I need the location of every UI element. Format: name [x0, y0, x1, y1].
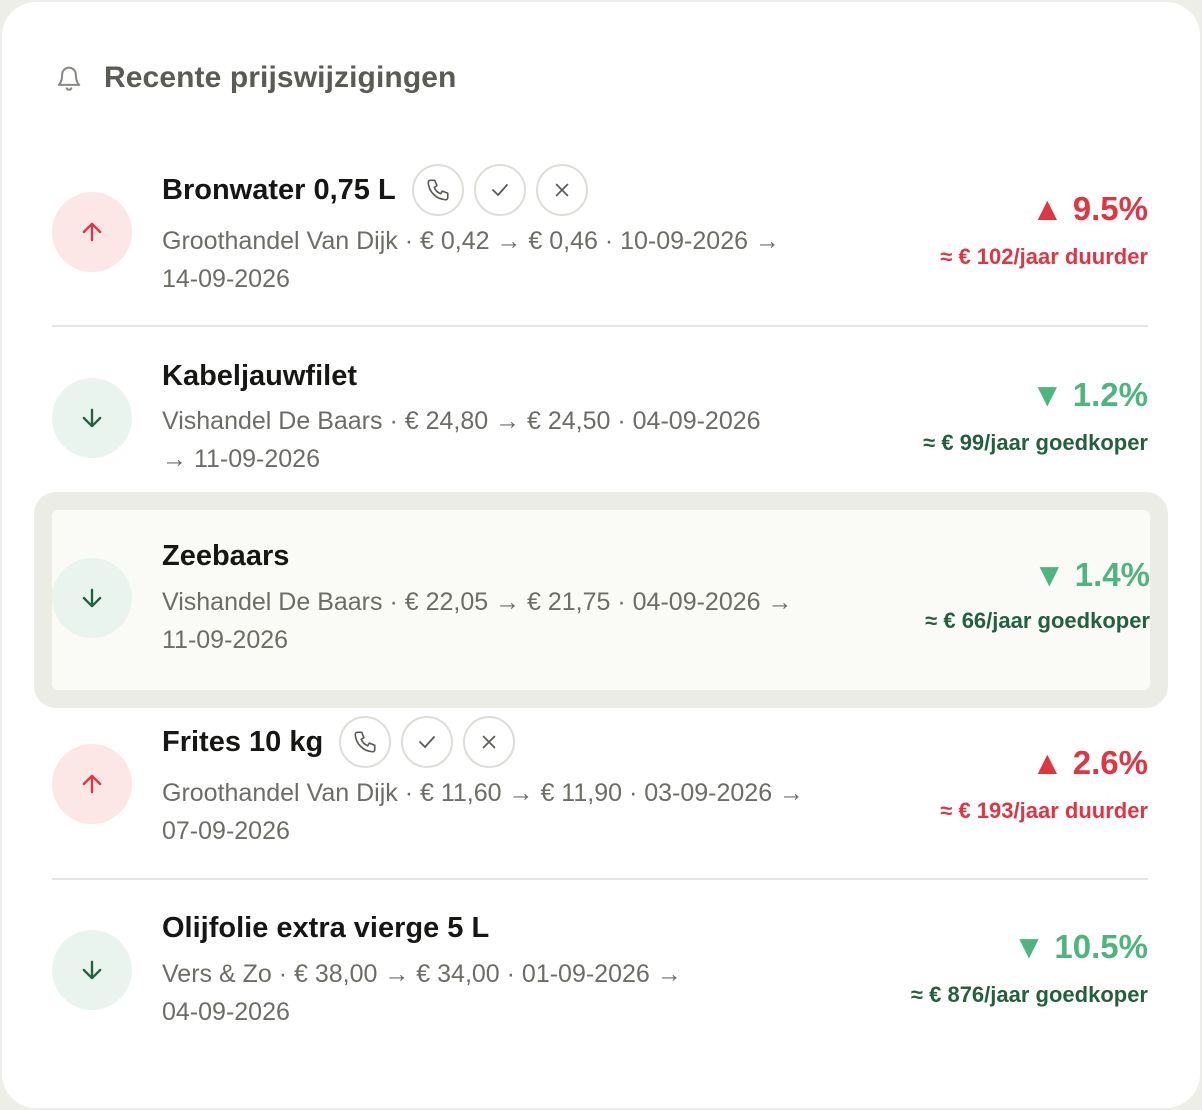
divider [52, 325, 1148, 327]
price-change-row[interactable]: Kabeljauwfilet Vishandel De Baars · € 24… [52, 350, 1148, 480]
yearly-impact: ≈ € 99/jaar goedkoper [923, 430, 1148, 455]
arrow-up-icon [82, 222, 102, 242]
yearly-impact: ≈ € 102/jaar duurder [940, 244, 1148, 269]
phone-icon [354, 731, 376, 753]
price-up-indicator [52, 192, 132, 272]
arrow-down-icon [82, 960, 102, 980]
change-percentage: ▼ 1.2% [1030, 376, 1148, 413]
change-percentage: ▼ 10.5% [1012, 928, 1148, 965]
price-change-row[interactable]: Frites 10 kg Groothandel Van Dijk · € 11… [52, 712, 1148, 862]
dismiss-button[interactable] [463, 716, 516, 768]
product-name: Zeebaars [162, 539, 290, 572]
price-down-indicator [52, 378, 132, 458]
price-details: Vishandel De Baars · € 24,80 → € 24,50 ·… [162, 407, 761, 473]
price-details: Vers & Zo · € 38,00 → € 34,00 · 01-09-20… [162, 960, 682, 1026]
price-down-indicator [52, 558, 132, 638]
bell-icon [54, 61, 84, 95]
product-name: Bronwater 0,75 L [162, 173, 396, 206]
row-actions [411, 164, 588, 216]
price-up-indicator [52, 744, 132, 824]
price-change-row[interactable]: Bronwater 0,75 L Groothandel Van Dijk · … [52, 160, 1148, 310]
arrow-up-icon [82, 774, 102, 794]
dismiss-button[interactable] [535, 164, 588, 216]
check-icon [491, 184, 508, 196]
yearly-impact: ≈ € 193/jaar duurder [940, 798, 1148, 823]
change-percentage: ▼ 1.4% [1032, 556, 1150, 593]
yearly-impact: ≈ € 876/jaar goedkoper [910, 982, 1148, 1007]
price-change-row-selected[interactable]: Zeebaars Vishandel De Baars · € 22,05 → … [34, 492, 1168, 708]
arrow-down-icon [82, 408, 102, 428]
price-details: Vishandel De Baars · € 22,05 → € 21,75 ·… [162, 588, 793, 654]
change-percentage: ▲ 2.6% [1030, 744, 1148, 781]
divider [52, 878, 1148, 880]
price-details: Groothandel Van Dijk · € 0,42 → € 0,46 ·… [162, 227, 780, 293]
change-percentage: ▲ 9.5% [1030, 190, 1148, 227]
price-change-row[interactable]: Olijfolie extra vierge 5 L Vers & Zo · €… [52, 904, 1148, 1044]
row-actions [339, 716, 516, 768]
card-header: Recente prijswijzigingen [54, 58, 456, 98]
accept-button[interactable] [473, 164, 526, 216]
arrow-down-icon [82, 588, 102, 608]
phone-icon [427, 179, 449, 201]
price-details: Groothandel Van Dijk · € 11,60 → € 11,90… [162, 779, 805, 845]
price-down-indicator [52, 930, 132, 1010]
card-title: Recente prijswijzigingen [104, 61, 457, 94]
check-icon [419, 736, 436, 748]
close-icon [482, 735, 496, 749]
product-name: Kabeljauwfilet [162, 359, 357, 392]
call-supplier-button[interactable] [339, 716, 392, 768]
product-name: Frites 10 kg [162, 725, 324, 758]
accept-button[interactable] [401, 716, 454, 768]
yearly-impact: ≈ € 66/jaar goedkoper [925, 608, 1150, 633]
close-icon [555, 183, 569, 197]
product-name: Olijfolie extra vierge 5 L [162, 911, 490, 944]
call-supplier-button[interactable] [411, 164, 464, 216]
